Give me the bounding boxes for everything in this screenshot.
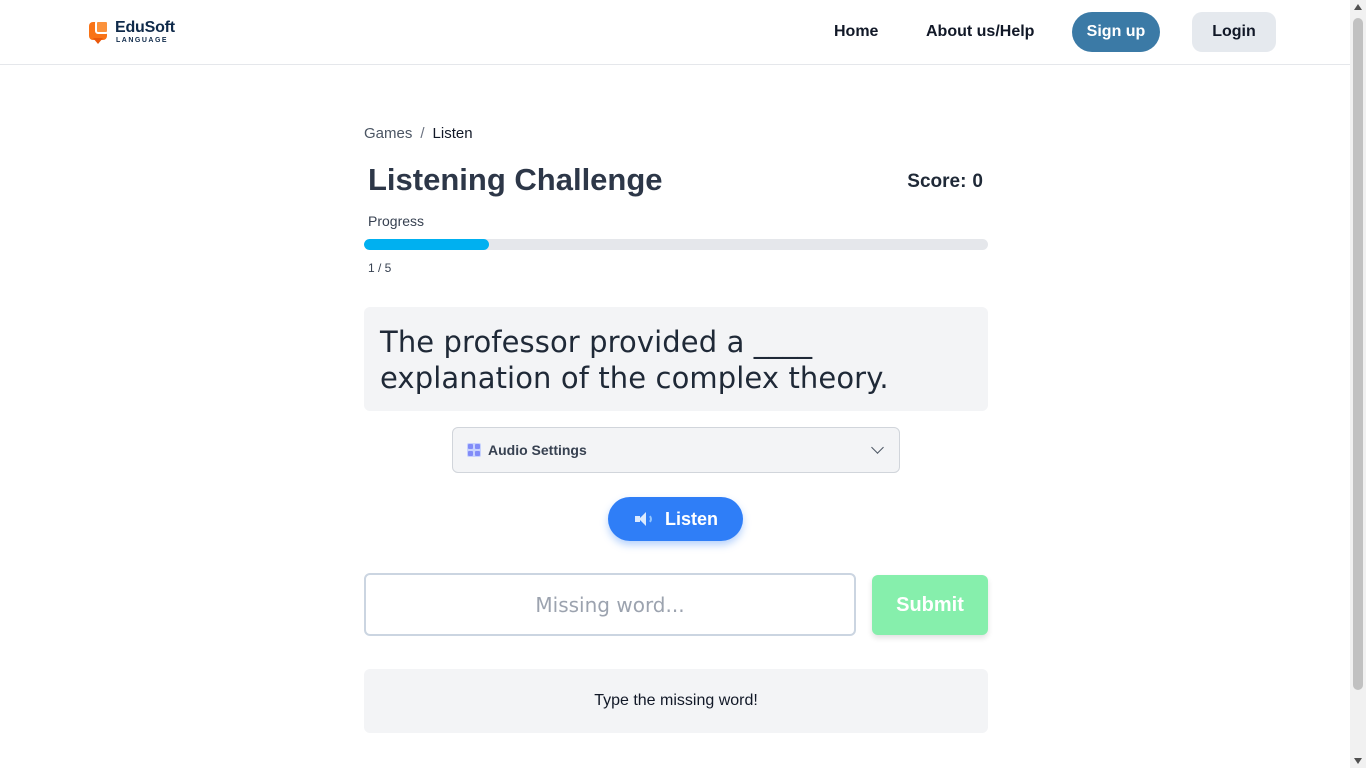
listen-label: Listen — [664, 508, 718, 529]
missing-word-input[interactable] — [364, 573, 856, 636]
progress-label: Progress — [368, 213, 425, 229]
login-button[interactable]: Login — [1192, 12, 1276, 52]
listen-button[interactable]: Listen — [608, 497, 743, 541]
progress-bar — [364, 239, 988, 250]
breadcrumb-games-link[interactable]: Games — [364, 125, 412, 142]
progress-bar-fill — [364, 239, 489, 250]
feedback-message: Type the missing word! — [594, 692, 758, 709]
fill-in-sentence: The professor provided a ____ explanatio… — [380, 325, 889, 395]
breadcrumb-current: Listen — [432, 125, 473, 142]
audio-settings-label: Audio Settings — [488, 442, 587, 458]
feedback-box: Type the missing word! — [364, 669, 988, 733]
score-label: Score: — [907, 171, 967, 192]
score-value: 0 — [972, 171, 983, 192]
main-nav: Home About us/Help Sign up Login — [0, 12, 1350, 52]
score-display: Score: 0 — [907, 171, 983, 193]
breadcrumb: Games / Listen — [364, 125, 473, 142]
page-scrollbar[interactable] — [1350, 0, 1366, 768]
speaker-icon — [633, 511, 653, 527]
nav-about-link[interactable]: About us/Help — [926, 23, 1034, 41]
signup-button[interactable]: Sign up — [1072, 12, 1160, 52]
submit-button[interactable]: Submit — [872, 575, 988, 635]
sentence-card: The professor provided a ____ explanatio… — [364, 307, 988, 411]
nav-home-link[interactable]: Home — [834, 23, 878, 41]
progress-count: 1 / 5 — [368, 261, 392, 275]
site-header: EduSoft LANGUAGE Home About us/Help Sign… — [0, 0, 1350, 65]
settings-grid-icon — [467, 443, 481, 457]
chevron-down-icon — [871, 441, 884, 454]
scroll-down-arrow-icon[interactable] — [1354, 758, 1362, 764]
audio-settings-dropdown[interactable]: Audio Settings — [452, 427, 900, 473]
scrollbar-thumb[interactable] — [1353, 18, 1363, 690]
page-title: Listening Challenge — [368, 162, 663, 197]
breadcrumb-separator: / — [420, 125, 425, 142]
scroll-up-arrow-icon[interactable] — [1354, 4, 1362, 10]
